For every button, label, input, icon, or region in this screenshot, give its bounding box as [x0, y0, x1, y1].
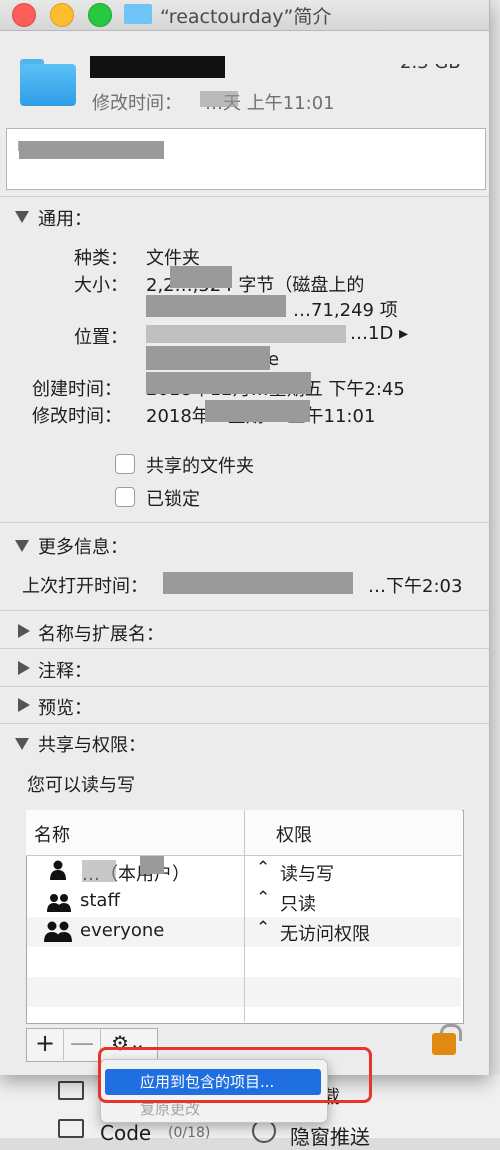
locked-label: 已锁定 [146, 489, 200, 510]
redacted-folder-name [90, 56, 225, 78]
last-opened-label: 上次打开时间： [22, 576, 148, 597]
disclosure-triangle-down-icon[interactable] [15, 211, 29, 223]
disclosure-triangle-right-icon[interactable] [18, 698, 30, 712]
row-name: everyone [80, 920, 165, 941]
last-opened-value: …下午2:03 [368, 576, 463, 597]
user-icon [50, 860, 66, 880]
section-comments-title[interactable]: 注释： [38, 657, 92, 683]
minimize-button[interactable] [50, 3, 74, 27]
row-name: staff [80, 890, 120, 911]
name-field[interactable]: r… [6, 128, 486, 190]
close-button[interactable] [12, 3, 36, 27]
redaction [205, 400, 310, 422]
redaction [146, 325, 346, 343]
finder-item-code-count: (0/18) [168, 1125, 211, 1141]
lock-icon[interactable] [432, 1033, 456, 1055]
disclosure-triangle-right-icon[interactable] [18, 661, 30, 675]
finder-item-code[interactable]: Code [100, 1121, 151, 1145]
updown-chevron-icon[interactable]: ⌃ [256, 858, 270, 878]
kind-label: 种类： [74, 248, 128, 269]
section-general-title[interactable]: 通用： [38, 205, 92, 231]
divider [0, 723, 489, 724]
row-privilege[interactable]: 只读 [280, 890, 316, 916]
section-sharing-title[interactable]: 共享与权限： [38, 731, 146, 757]
folder-icon [58, 1081, 84, 1100]
redaction [146, 372, 311, 394]
updown-chevron-icon[interactable]: ⌃ [256, 888, 270, 908]
folder-icon [58, 1119, 84, 1138]
section-name-extension-title[interactable]: 名称与扩展名： [38, 620, 164, 646]
redaction [163, 572, 353, 594]
zoom-button[interactable] [88, 3, 112, 27]
divider [0, 648, 489, 649]
disclosure-triangle-down-icon[interactable] [15, 540, 29, 552]
folder-icon [124, 4, 152, 24]
redaction [19, 141, 164, 159]
row-privilege[interactable]: 读与写 [280, 860, 334, 886]
redaction [146, 295, 286, 317]
divider [0, 686, 489, 687]
section-more-info-title[interactable]: 更多信息： [38, 533, 128, 559]
folder-icon [20, 64, 76, 106]
modified-label: 修改时间： [32, 406, 122, 427]
header-modified-label: 修改时间： [92, 93, 182, 114]
divider [0, 196, 489, 197]
divider [0, 610, 489, 611]
section-preview-title[interactable]: 预览： [38, 694, 92, 720]
column-header-privilege[interactable]: 权限 [276, 821, 312, 847]
row-privilege[interactable]: 无访问权限 [280, 920, 370, 946]
redaction [146, 346, 270, 370]
sharing-summary: 您可以读与写 [27, 775, 135, 796]
updown-chevron-icon[interactable]: ⌃ [256, 918, 270, 938]
locked-checkbox[interactable] [115, 487, 135, 507]
column-header-name[interactable]: 名称 [34, 821, 70, 847]
redaction [140, 856, 164, 874]
divider [0, 522, 489, 523]
created-label: 创建时间： [32, 379, 122, 400]
disclosure-triangle-down-icon[interactable] [15, 738, 29, 750]
shared-folder-checkbox[interactable] [115, 454, 135, 474]
disclosure-triangle-right-icon[interactable] [18, 624, 30, 638]
highlight-annotation [98, 1047, 372, 1103]
redaction [82, 860, 116, 882]
size-value-line2: …71,249 项 [293, 300, 398, 321]
remove-user-button[interactable]: — [64, 1028, 101, 1060]
window-title: “reactourday”简介 [160, 6, 332, 28]
redaction [200, 91, 238, 107]
add-user-button[interactable]: + [27, 1028, 64, 1060]
size-label: 大小： [74, 275, 128, 296]
where-value-line1: …1D ▸ [350, 323, 409, 344]
finder-item-push[interactable]: 隐窗推送 [290, 1121, 370, 1150]
where-label: 位置： [74, 327, 128, 348]
group-icon [47, 894, 71, 912]
shared-folder-label: 共享的文件夹 [146, 456, 254, 477]
everyone-icon [44, 921, 72, 942]
redaction [170, 266, 232, 288]
